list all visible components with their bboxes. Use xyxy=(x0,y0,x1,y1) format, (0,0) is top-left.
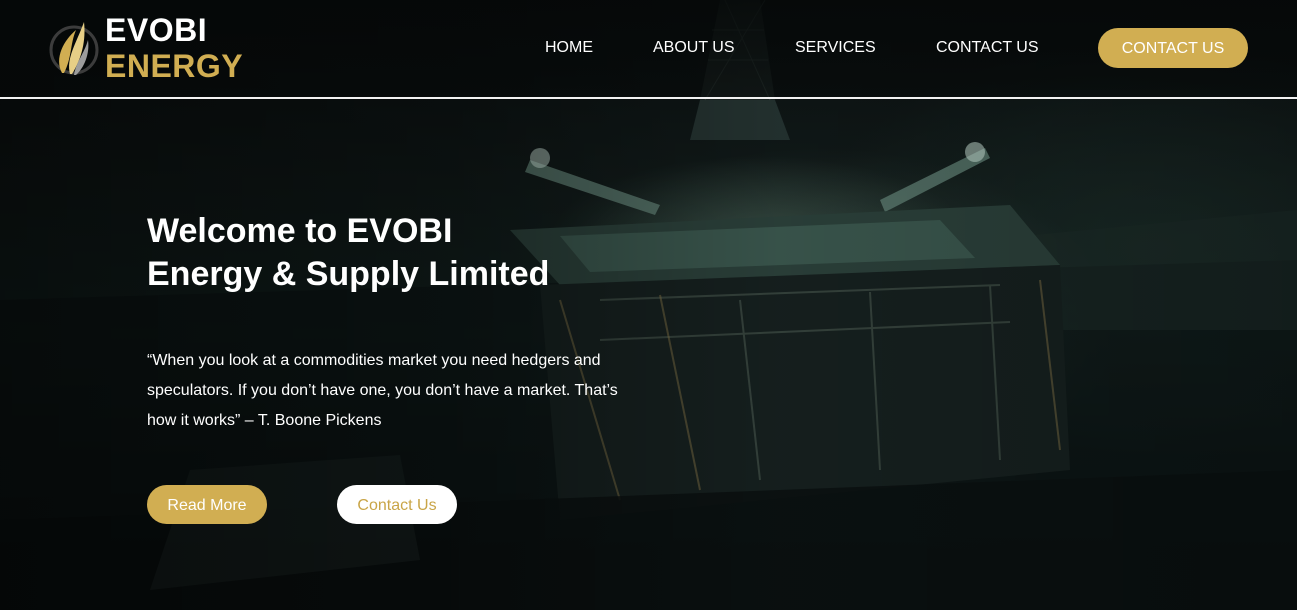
nav-item-contact-us[interactable]: CONTACT US xyxy=(936,38,1039,58)
hero-title: Welcome to EVOBI Energy & Supply Limited xyxy=(147,210,667,296)
page: EVOBI ENERGY HOME ABOUT US SERVICES CONT… xyxy=(0,0,1297,610)
nav-item-services[interactable]: SERVICES xyxy=(795,38,876,58)
header-contact-button[interactable]: CONTACT US xyxy=(1098,28,1248,68)
read-more-button[interactable]: Read More xyxy=(147,485,267,524)
hero-title-line-1: Welcome to EVOBI xyxy=(147,212,453,250)
nav-item-home[interactable]: HOME xyxy=(545,38,593,58)
hero-contact-button[interactable]: Contact Us xyxy=(337,485,457,524)
nav-item-about-us[interactable]: ABOUT US xyxy=(653,38,735,58)
site-header: EVOBI ENERGY HOME ABOUT US SERVICES CONT… xyxy=(0,0,1297,99)
hero-title-line-2: Energy & Supply Limited xyxy=(147,255,550,293)
hero-quote: “When you look at a commodities market y… xyxy=(147,352,618,429)
